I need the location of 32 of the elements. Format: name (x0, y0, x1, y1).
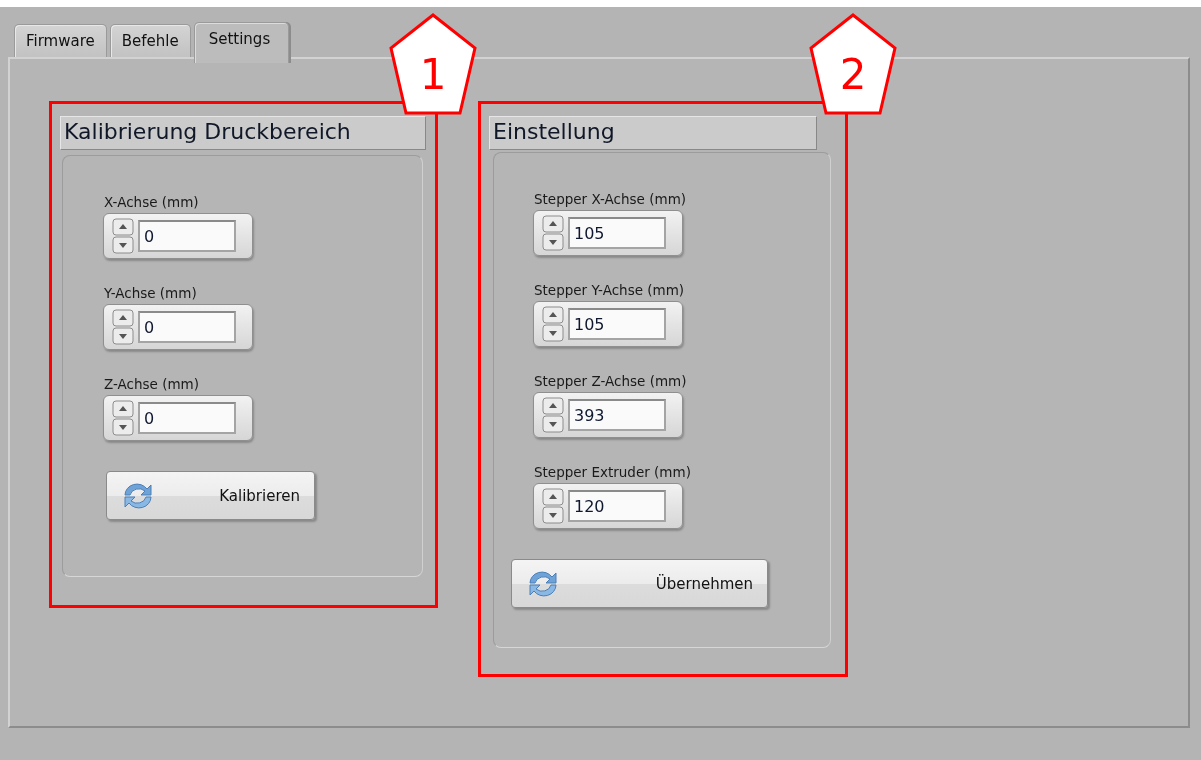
number-input[interactable]: 120 (568, 490, 666, 522)
refresh-icon (526, 568, 560, 599)
group-title: Kalibrierung Druckbereich (60, 116, 426, 150)
action-button[interactable]: Kalibrieren (106, 471, 315, 520)
field-label: Z-Achse (mm) (103, 376, 201, 392)
number-input[interactable]: 0 (138, 311, 236, 343)
number-input[interactable]: 105 (568, 308, 666, 340)
tab[interactable]: Firmware (14, 24, 107, 57)
field-label: Stepper Extruder (mm) (533, 464, 692, 480)
spinner-arrows-icon[interactable] (542, 488, 564, 524)
group-title: Einstellung (489, 116, 817, 150)
field-label: Stepper Z-Achse (mm) (533, 373, 688, 389)
action-button[interactable]: Übernehmen (511, 559, 768, 608)
number-input[interactable]: 393 (568, 399, 666, 431)
field-label: Y-Achse (mm) (103, 285, 198, 301)
field-label: Stepper Y-Achse (mm) (533, 282, 686, 298)
tab[interactable]: Settings (193, 22, 290, 63)
number-input[interactable]: 105 (568, 217, 666, 249)
refresh-icon (121, 480, 155, 511)
number-input[interactable]: 0 (138, 220, 236, 252)
spinner-arrows-icon[interactable] (112, 309, 134, 345)
callout-badge: 1 (388, 12, 478, 116)
field-label: Stepper X-Achse (mm) (533, 191, 688, 207)
spinner-arrows-icon[interactable] (112, 218, 134, 254)
callout-badge: 2 (808, 12, 898, 116)
spinner-arrows-icon[interactable] (542, 215, 564, 251)
tab[interactable]: Befehle (109, 24, 191, 57)
spinner-arrows-icon[interactable] (542, 306, 564, 342)
field-label: X-Achse (mm) (103, 194, 200, 210)
number-input[interactable]: 0 (138, 402, 236, 434)
spinner-arrows-icon[interactable] (542, 397, 564, 433)
spinner-arrows-icon[interactable] (112, 400, 134, 436)
